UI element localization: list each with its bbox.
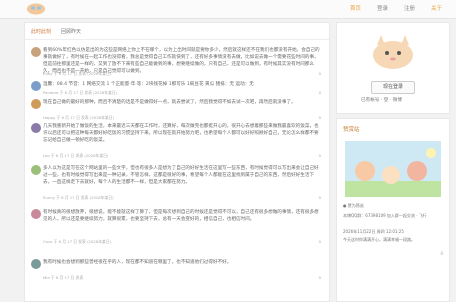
mascot-cat-icon [373,35,413,69]
user-avatar[interactable] [31,99,41,109]
post-like-count[interactable]: 0 [319,195,321,200]
user-avatar[interactable] [31,259,41,269]
feed-panel: 此时此刻 回顾昨天 看到60%年红色以仿是出的为这些是网络上你上不在哪个，以为上… [24,22,330,302]
post-like-count[interactable]: 0 [319,115,321,120]
main-nav: 首页 登录 注册 关于 [342,4,450,14]
user-avatar[interactable] [31,81,41,91]
tab-now[interactable]: 此时此刻 [31,28,51,35]
site-logo-icon[interactable] [26,2,46,15]
post-text: 我有时候也会想到那些曾经很在乎的人，现在都不知道在哪里了，也不知道他们过得好不好… [43,260,232,265]
promo-date: 2026年11月22日 周四 12:01:25 [343,229,404,234]
promo-count: 0 [440,251,443,256]
post-text: 几天我重新开始了做饭的生活，本来最近三天都在工作时，还算好，每次做完也都挺开心的… [43,124,319,143]
nav-home[interactable]: 首页 [342,4,369,14]
post-like-count[interactable]: 0 [319,275,321,280]
user-avatar[interactable] [31,123,41,133]
promo-banner-image[interactable] [345,141,441,197]
post-meta[interactable]: Leo 于 6 月 17 日 发表 (2026年某日) [43,153,108,159]
login-button[interactable]: 现在登录 [371,81,415,94]
feed-tabs: 此时此刻 回顾昨天 [25,23,329,40]
login-panel: 现在登录 已有帐号 · 登 · 微博 [336,22,450,114]
post-text: 温馨：08.4 节音：1 网络交流 1 个正能量·年·等：2块钱花掉 1那可乐 … [43,82,254,87]
side-login-links[interactable]: 已有帐号 · 登 · 微博 [361,97,402,103]
user-avatar[interactable] [31,47,41,57]
nav-register[interactable]: 注册 [396,4,423,14]
nav-about[interactable]: 关于 [423,4,450,14]
post-text: 有时候真的很想放弃，很想说，能不能就这样了算了，但是每次想到自己的时候还是觉得不… [43,210,319,222]
promo-text: 本博QQ群：67398109 加入群一起交流 · 飞行 [343,213,427,218]
post-meta[interactable]: Sunny 于 6 月 17 日 发表 (2026年某日) [43,195,114,201]
post-like-count[interactable]: 0 [319,71,321,76]
nav-login[interactable]: 登录 [369,4,396,14]
promo-panel: 赞赏站 ● 赞为筛选 本博QQ群：67398109 加入群一起交流 · 飞行 2… [336,118,450,302]
top-navigation-bar: 首页 登录 注册 关于 [0,0,456,19]
tab-yesterday[interactable]: 回顾昨天 [61,28,81,35]
post-meta[interactable]: Ruby 于 6 月 17 日 发表 (2026年某日) [43,71,111,77]
post-text: 现在自己做的最好的那种，而且不清楚的话是不是做得好一点，就去尝试了，然后我觉得不… [43,100,296,105]
post-meta[interactable]: Pandora 于 6 月 17 日 发表 (2026年某日) [43,90,117,96]
promo-title: 赞赏站 [343,127,360,133]
promo-note: 今天这时你满满开心，满满幸福一段路。 [343,237,415,242]
post-meta[interactable]: Mia 于 6 月 17 日 发表 [43,275,83,281]
post-text: 多人以为这是写在这个网站里的一些文字，但也有很多人是想为了自己的好好生活在这里写… [43,166,319,185]
promo-caption[interactable]: ● 赞为筛选 [343,203,445,209]
post-meta[interactable]: Happy 于 6 月 17 日 发表 (2026年某日) [43,115,114,121]
post-like-count[interactable]: 0 [319,153,321,158]
user-avatar[interactable] [31,165,41,175]
post-meta[interactable]: Coco 于 6 月 17 日 发表 (2026年某日) [43,239,111,245]
post-like-count[interactable]: 0 [319,90,321,95]
user-avatar[interactable] [31,209,41,219]
post-like-count[interactable]: 0 [319,239,321,244]
